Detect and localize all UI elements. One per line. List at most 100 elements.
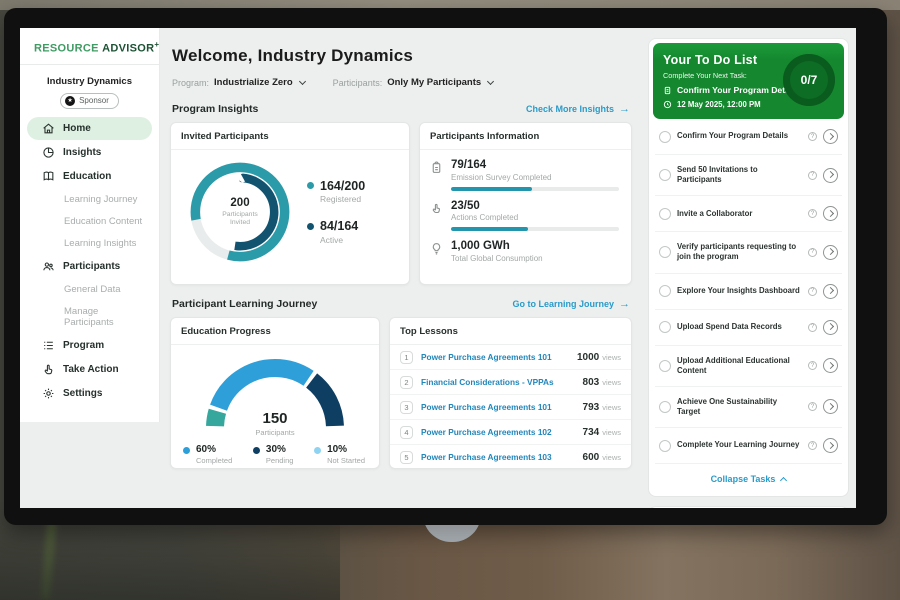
sidebar-item-home[interactable]: Home (27, 117, 152, 140)
task-checkbox[interactable] (659, 321, 671, 333)
sidebar-item-label: Learning Journey (64, 194, 137, 205)
legend-value: 164/200 (320, 180, 365, 193)
legend-dot (183, 447, 190, 454)
sidebar-item-label: Program (63, 340, 104, 351)
task-checkbox[interactable] (659, 131, 671, 143)
chevron-right-button[interactable] (823, 358, 838, 373)
lesson-link[interactable]: Financial Considerations - VPPAs (421, 377, 575, 387)
lesson-rank: 2 (400, 376, 413, 389)
todo-subtitle: Complete Your Next Task: (663, 71, 780, 80)
todo-task: Send 50 Invitations to Participants (655, 155, 842, 196)
legend-item: 84/164 Active (307, 220, 365, 245)
chevron-right-button[interactable] (823, 284, 838, 299)
todo-task: Upload Additional Educational Content (655, 346, 842, 387)
info-icon (808, 402, 817, 411)
lesson-link[interactable]: Power Purchase Agreements 103 (421, 452, 575, 462)
info-icon (808, 209, 817, 218)
chevron-right-button[interactable] (823, 168, 838, 183)
info-icon (808, 287, 817, 296)
sidebar-item-learning-insights[interactable]: Learning Insights (27, 233, 152, 254)
task-checkbox[interactable] (659, 401, 671, 413)
legend-dot (307, 223, 314, 230)
card-title: Invited Participants (171, 123, 409, 150)
program-label: Program: (172, 78, 209, 88)
filter-bar: Program: Industrialize Zero Participants… (172, 77, 632, 88)
chevron-right-button[interactable] (823, 206, 838, 221)
lesson-link[interactable]: Power Purchase Agreements 101 (421, 402, 575, 412)
sidebar-item-education-content[interactable]: Education Content (27, 211, 152, 232)
views-suffix: views (602, 353, 621, 362)
todo-task-list: Confirm Your Program Details Send 50 Inv… (653, 119, 844, 464)
todo-task: Explore Your Insights Dashboard (655, 274, 842, 310)
sidebar-item-participants[interactable]: Participants (27, 255, 152, 278)
legend-value: 30% (266, 445, 294, 455)
chevron-down-icon (299, 78, 306, 85)
lesson-views: 803 (583, 377, 600, 388)
task-checkbox[interactable] (659, 208, 671, 220)
check-more-insights-link[interactable]: Check More Insights → (526, 104, 630, 115)
task-checkbox[interactable] (659, 285, 671, 297)
sidebar-item-general-data[interactable]: General Data (27, 279, 152, 300)
card-title: Top Lessons (390, 318, 631, 345)
sidebar-item-take-action[interactable]: Take Action (27, 358, 152, 381)
lesson-link[interactable]: Power Purchase Agreements 101 (421, 352, 569, 362)
go-to-learning-journey-link[interactable]: Go to Learning Journey → (512, 299, 630, 310)
task-label: Complete Your Learning Journey (677, 440, 802, 450)
chevron-right-button[interactable] (823, 245, 838, 260)
progress-fill (451, 187, 532, 191)
info-icon (808, 248, 817, 257)
sponsor-icon (65, 96, 75, 106)
sidebar-item-program[interactable]: Program (27, 334, 152, 357)
page-title: Welcome, Industry Dynamics (172, 46, 632, 66)
task-label: Confirm Your Program Details (677, 131, 802, 141)
collapse-label: Collapse Tasks (711, 474, 776, 484)
link-label: Check More Insights (526, 104, 614, 114)
sidebar-item-insights[interactable]: Insights (27, 141, 152, 164)
sidebar-item-label: Education (63, 171, 111, 182)
chevron-right-button[interactable] (823, 129, 838, 144)
progress-fill (451, 227, 528, 231)
pie-chart-icon (42, 146, 55, 159)
info-icon (808, 171, 817, 180)
list-icon (42, 339, 55, 352)
lesson-row: 2 Financial Considerations - VPPAs 803vi… (390, 370, 631, 395)
donut-center-label: Participants Invited (212, 211, 268, 228)
chevron-right-button[interactable] (823, 438, 838, 453)
hand-action-icon (42, 363, 55, 376)
sidebar-item-settings[interactable]: Settings (27, 382, 152, 405)
sidebar-item-learning-journey[interactable]: Learning Journey (27, 189, 152, 210)
lesson-rank: 5 (400, 451, 413, 464)
sidebar-item-education[interactable]: Education (27, 165, 152, 188)
document-icon (663, 86, 672, 95)
todo-task: Verify participants requesting to join t… (655, 232, 842, 273)
book-icon (42, 170, 55, 183)
metric-value: 23/50 (451, 200, 619, 213)
task-checkbox[interactable] (659, 169, 671, 181)
chevron-right-button[interactable] (823, 320, 838, 335)
lesson-views: 734 (583, 427, 600, 438)
lesson-row: 1 Power Purchase Agreements 101 1000view… (390, 345, 631, 370)
todo-task: Complete Your Learning Journey (655, 428, 842, 464)
task-checkbox[interactable] (659, 246, 671, 258)
task-label: Send 50 Invitations to Participants (677, 165, 802, 185)
legend-value: 10% (327, 445, 365, 455)
collapse-tasks-link[interactable]: Collapse Tasks (653, 464, 844, 492)
lesson-link[interactable]: Power Purchase Agreements 102 (421, 427, 575, 437)
program-dropdown[interactable]: Program: Industrialize Zero (172, 77, 305, 88)
org-name: Industry Dynamics (20, 76, 159, 87)
chevron-right-button[interactable] (823, 399, 838, 414)
task-checkbox[interactable] (659, 360, 671, 372)
logo-resource: RESOURCE (34, 43, 99, 55)
chevron-down-icon (487, 78, 494, 85)
sidebar-item-label: General Data (64, 284, 121, 295)
app-logo: RESOURCE ADVISOR+ (20, 28, 159, 65)
sidebar-item-manage-participants[interactable]: Manage Participants (27, 301, 152, 333)
info-icon (808, 361, 817, 370)
participants-dropdown[interactable]: Participants: Only My Participants (333, 77, 494, 88)
task-checkbox[interactable] (659, 440, 671, 452)
metric-label: Actions Completed (451, 213, 619, 222)
logo-plus: + (154, 40, 159, 49)
legend-label: Active (320, 235, 365, 245)
todo-panel: Your To Do List Complete Your Next Task:… (644, 28, 856, 508)
todo-task: Upload Spend Data Records (655, 310, 842, 346)
